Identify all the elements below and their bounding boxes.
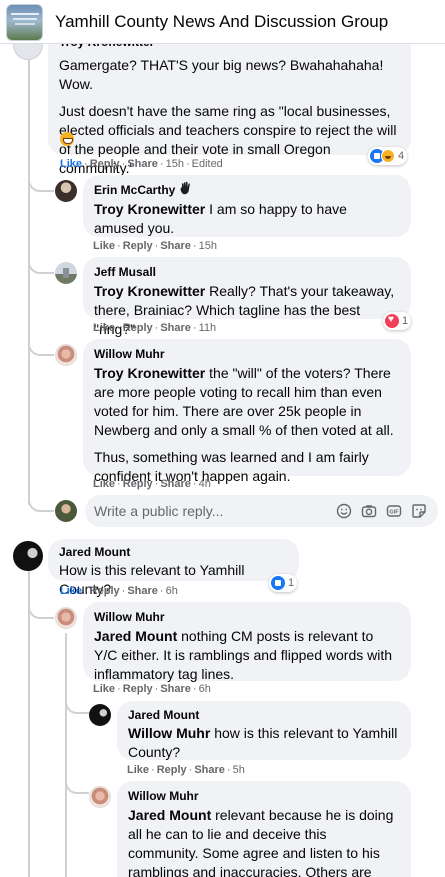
- reaction-count: 4: [398, 150, 405, 162]
- comment-author[interactable]: Jared Mount: [59, 544, 288, 560]
- comment-actions: Like · Reply · Share · 4h: [93, 478, 211, 490]
- timestamp[interactable]: 4h: [199, 478, 211, 490]
- comment-bubble: Jared Mount How is this relevant to Yamh…: [48, 539, 299, 597]
- share-button[interactable]: Share: [127, 158, 158, 170]
- avatar[interactable]: [55, 344, 77, 366]
- like-button[interactable]: Like: [93, 322, 115, 334]
- comment-author[interactable]: Jeff Musall: [94, 264, 400, 280]
- mention-link[interactable]: Willow Muhr: [128, 725, 210, 741]
- smiley-icon[interactable]: [336, 503, 352, 519]
- thread-connector: [28, 597, 54, 619]
- reply-button[interactable]: Reply: [123, 478, 153, 490]
- comment-actions: Like · Reply · Share · 6h: [60, 585, 178, 597]
- comment-bubble: Willow Muhr Troy Kronewitter the "will" …: [83, 339, 411, 484]
- comment-author[interactable]: Willow Muhr: [128, 788, 400, 804]
- reply-input[interactable]: [94, 503, 304, 519]
- avatar[interactable]: [55, 180, 77, 202]
- avatar[interactable]: [13, 541, 43, 571]
- timestamp[interactable]: 5h: [233, 764, 245, 776]
- mention-link[interactable]: Jared Mount: [94, 628, 177, 644]
- share-button[interactable]: Share: [127, 585, 158, 597]
- haha-reaction-icon: [381, 149, 395, 163]
- like-button[interactable]: Like: [93, 683, 115, 695]
- gif-icon[interactable]: GIF: [386, 503, 402, 519]
- timestamp[interactable]: 15h: [166, 158, 184, 170]
- reply-button[interactable]: Reply: [157, 764, 187, 776]
- current-user-avatar[interactable]: [55, 500, 77, 522]
- share-button[interactable]: Share: [194, 764, 225, 776]
- reply-button[interactable]: Reply: [123, 240, 153, 252]
- like-button[interactable]: Like: [60, 158, 82, 170]
- comment-bubble: Jared Mount Willow Muhr how is this rele…: [117, 701, 411, 760]
- waving-hand-icon: [180, 181, 190, 195]
- mention-link[interactable]: Troy Kronewitter: [94, 201, 205, 217]
- comment-actions: Like · Reply · Share · 15h · Edited: [60, 158, 223, 170]
- thread-connector: [28, 250, 54, 274]
- reaction-summary[interactable]: 4: [368, 147, 408, 165]
- timestamp[interactable]: 15h: [199, 240, 217, 252]
- thread-connector: [65, 770, 89, 794]
- thread-connector: [28, 490, 54, 512]
- comment-author[interactable]: Erin McCarthy: [94, 182, 400, 198]
- share-button[interactable]: Share: [160, 683, 191, 695]
- mention-link[interactable]: Troy Kronewitter: [94, 365, 205, 381]
- like-button[interactable]: Like: [93, 478, 115, 490]
- reply-button[interactable]: Reply: [123, 683, 153, 695]
- comment-bubble: Willow Muhr Jared Mount relevant because…: [117, 781, 411, 877]
- sticker-icon[interactable]: [411, 503, 427, 519]
- grin-emoji-icon: [60, 132, 74, 146]
- thread-line: [65, 633, 67, 877]
- comment-bubble: Willow Muhr Jared Mount nothing CM posts…: [83, 602, 411, 682]
- avatar[interactable]: [55, 607, 77, 629]
- reply-button[interactable]: Reply: [123, 322, 153, 334]
- thread-connector: [28, 332, 54, 356]
- share-button[interactable]: Share: [160, 478, 191, 490]
- avatar[interactable]: [89, 786, 111, 808]
- timestamp[interactable]: 6h: [199, 683, 211, 695]
- thread-line: [28, 60, 30, 505]
- comment-actions: Like · Reply · Share · 5h: [127, 764, 245, 776]
- group-header: Yamhill County News And Discussion Group: [0, 0, 445, 44]
- like-button[interactable]: Like: [60, 585, 82, 597]
- comment-bubble: Erin McCarthy Troy Kronewitter I am so h…: [83, 175, 411, 237]
- group-title[interactable]: Yamhill County News And Discussion Group: [55, 12, 388, 32]
- mention-link[interactable]: Troy Kronewitter: [94, 283, 205, 299]
- comment-author[interactable]: Jared Mount: [128, 707, 400, 723]
- comment-text: Gamergate? THAT'S your big news? Bwahaha…: [59, 57, 384, 92]
- thread-connector: [65, 690, 89, 714]
- mention-link[interactable]: Jared Mount: [128, 807, 211, 823]
- svg-text:GIF: GIF: [389, 510, 399, 516]
- timestamp[interactable]: 11h: [199, 322, 217, 334]
- comment-bubble: Troy Kronewitter Gamergate? THAT'S your …: [48, 30, 411, 176]
- reaction-count: 1: [288, 577, 295, 589]
- share-button[interactable]: Share: [160, 322, 191, 334]
- edited-label[interactable]: Edited: [192, 158, 223, 170]
- reply-button[interactable]: Reply: [90, 158, 120, 170]
- group-cover-thumbnail[interactable]: [6, 4, 43, 41]
- timestamp[interactable]: 6h: [166, 585, 178, 597]
- reply-composer: GIF: [85, 495, 438, 527]
- like-button[interactable]: Like: [127, 764, 149, 776]
- reaction-count: 1: [402, 315, 409, 327]
- reaction-summary[interactable]: 1: [383, 312, 412, 330]
- comment-author[interactable]: Willow Muhr: [94, 346, 400, 362]
- like-button[interactable]: Like: [93, 240, 115, 252]
- camera-icon[interactable]: [361, 503, 377, 519]
- comment-actions: Like · Reply · Share · 11h: [93, 322, 217, 334]
- reply-button[interactable]: Reply: [90, 585, 120, 597]
- like-reaction-icon: [271, 576, 285, 590]
- comment-actions: Like · Reply · Share · 15h: [93, 240, 217, 252]
- share-button[interactable]: Share: [160, 240, 191, 252]
- comment-actions: Like · Reply · Share · 6h: [93, 683, 211, 695]
- thread-connector: [28, 168, 54, 192]
- reaction-summary[interactable]: 1: [269, 574, 298, 592]
- love-reaction-icon: [385, 314, 399, 328]
- avatar[interactable]: [55, 262, 77, 284]
- comment-bubble: Jeff Musall Troy Kronewitter Really? Tha…: [83, 257, 411, 337]
- comment-author[interactable]: Willow Muhr: [94, 609, 400, 625]
- avatar[interactable]: [89, 704, 111, 726]
